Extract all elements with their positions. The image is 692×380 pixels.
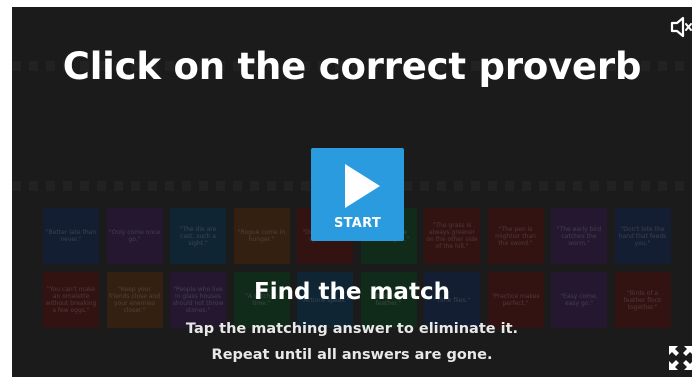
- page-title: Click on the correct proverb: [62, 45, 642, 88]
- game-stage: "Better late than never.""Only come once…: [12, 7, 692, 377]
- start-button[interactable]: START: [311, 148, 404, 241]
- speaker-muted-icon[interactable]: [669, 15, 692, 39]
- instructions-title: Find the match: [254, 279, 450, 305]
- instruction-line-1: Tap the matching answer to eliminate it.: [185, 321, 519, 337]
- start-label: START: [333, 216, 382, 231]
- instruction-line-2: Repeat until all answers are gone.: [211, 347, 493, 363]
- play-icon: [345, 164, 380, 208]
- fullscreen-icon[interactable]: [667, 344, 692, 372]
